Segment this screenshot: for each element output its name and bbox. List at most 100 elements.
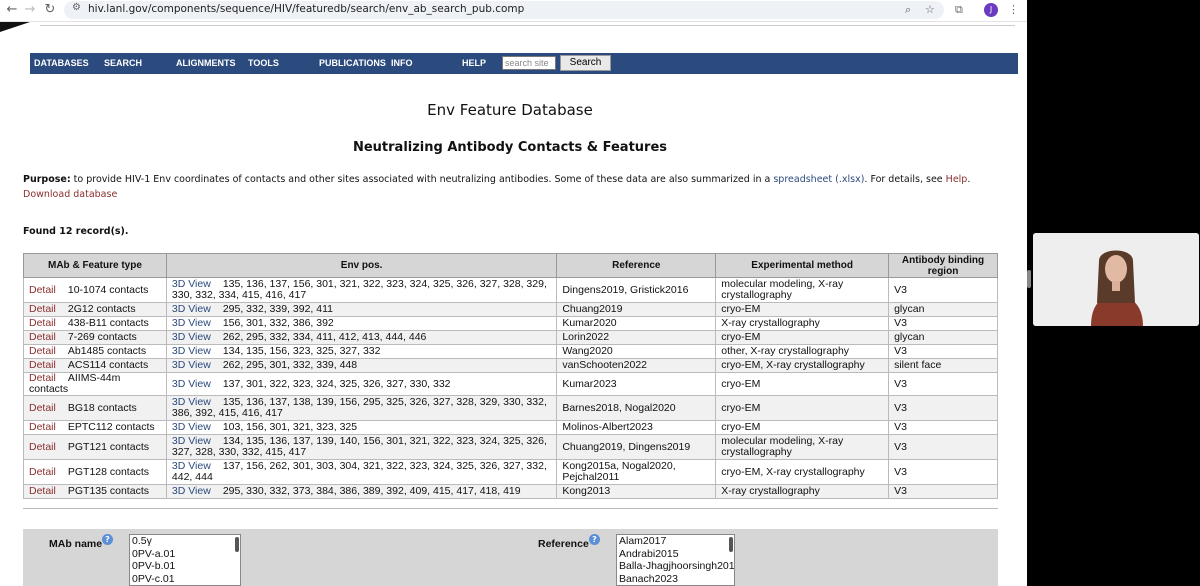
search-filter-panel: MAb name ? 0.5γ 0PV-a.01 0PV-b.01 0PV-c.…: [23, 529, 998, 586]
results-body: Detail 10-1074 contacts 3D View 135, 136, 1…: [23, 277, 998, 499]
download-database-link[interactable]: Download database: [23, 189, 117, 200]
detail-link[interactable]: Detail: [29, 317, 56, 329]
reference-option[interactable]: Banach2023: [617, 573, 734, 586]
nav-info[interactable]: INFO: [391, 58, 413, 68]
region-cell: glycan: [888, 302, 998, 317]
detail-link[interactable]: Detail: [29, 466, 56, 478]
back-icon[interactable]: ←: [4, 2, 20, 18]
3d-view-link[interactable]: 3D View: [172, 485, 211, 497]
reference-cell: Kumar2023: [556, 372, 717, 396]
mab-feature: ACS114 contacts: [67, 359, 149, 371]
reference-cell: Kong2015a, Nogal2020, Pejchal2011: [556, 459, 717, 485]
nav-tools[interactable]: TOOLS: [248, 58, 279, 68]
reference-cell: Kong2013: [556, 484, 717, 499]
site-logo: [0, 22, 30, 32]
env-pos-cell: 3D View 135, 136, 137, 156, 301, 321, 322…: [165, 277, 558, 303]
zoom-icon[interactable]: ⌕: [905, 3, 911, 17]
detail-link[interactable]: Detail: [29, 303, 56, 315]
env-pos-cell: 3D View 137, 301, 322, 323, 324, 325, 326…: [165, 372, 558, 396]
site-search-input[interactable]: search site: [502, 56, 556, 70]
region-cell: V3: [888, 420, 998, 435]
listbox-scrollbar[interactable]: [729, 537, 733, 552]
mab-cell: Detail PGT121 contacts: [23, 434, 167, 460]
3d-view-link[interactable]: 3D View: [172, 359, 211, 371]
window-resize-handle[interactable]: [1027, 270, 1031, 288]
table-row: Detail 10-1074 contacts 3D View 135, 136, 1…: [23, 277, 998, 303]
3d-view-link[interactable]: 3D View: [172, 331, 211, 343]
spreadsheet-link[interactable]: spreadsheet (.xlsx): [773, 174, 864, 185]
env-positions: 262, 295, 301, 332, 339, 448: [222, 359, 358, 371]
env-pos-cell: 3D View 137, 156, 262, 301, 303, 304, 321…: [165, 459, 558, 485]
env-positions: 103, 156, 301, 321, 323, 325: [222, 421, 358, 433]
nav-search[interactable]: SEARCH: [104, 58, 142, 68]
nav-alignments[interactable]: ALIGNMENTS: [176, 58, 236, 68]
method-cell: cryo-EM: [715, 372, 890, 396]
3d-view-link[interactable]: 3D View: [172, 421, 211, 433]
address-bar[interactable]: ⚙ hiv.lanl.gov/components/sequence/HIV/f…: [64, 1, 944, 19]
detail-link[interactable]: Detail: [29, 441, 56, 453]
url-text[interactable]: hiv.lanl.gov/components/sequence/HIV/fea…: [88, 3, 524, 15]
mab-cell: Detail BG18 contacts: [23, 395, 167, 421]
detail-link[interactable]: Detail: [29, 331, 56, 343]
3d-view-link[interactable]: 3D View: [172, 317, 211, 329]
reference-cell: Molinos-Albert2023: [556, 420, 717, 435]
menu-kebab-icon[interactable]: ⋮: [1008, 3, 1019, 16]
site-info-icon[interactable]: ⚙: [72, 2, 81, 13]
purpose-text: to provide HIV-1 Env coordinates of cont…: [70, 174, 774, 185]
detail-link[interactable]: Detail: [29, 284, 56, 296]
purpose-paragraph: Purpose: to provide HIV-1 Env coordinate…: [23, 172, 1003, 202]
env-pos-cell: 3D View 134, 135, 136, 137, 139, 140, 156…: [165, 434, 558, 460]
env-pos-cell: 3D View 262, 295, 332, 334, 411, 412, 413…: [165, 330, 558, 345]
profile-avatar[interactable]: J: [984, 3, 998, 17]
reference-cell: Kumar2020: [556, 316, 717, 331]
3d-view-link[interactable]: 3D View: [172, 378, 211, 390]
mab-option[interactable]: 0.5γ: [130, 535, 240, 548]
page-subtitle: Neutralizing Antibody Contacts & Feature…: [352, 140, 668, 155]
browser-toolbar: ← → ↻ ⚙ hiv.lanl.gov/components/sequence…: [0, 0, 1027, 22]
detail-link[interactable]: Detail: [29, 402, 56, 414]
nav-publications[interactable]: PUBLICATIONS: [319, 58, 386, 68]
detail-link[interactable]: Detail: [29, 359, 56, 371]
mab-option[interactable]: 0PV-c.01: [130, 573, 240, 586]
mab-feature: 438-B11 contacts: [67, 317, 149, 329]
site-search-button[interactable]: Search: [560, 55, 611, 71]
reference-option[interactable]: Alam2017: [617, 535, 734, 548]
method-cell: molecular modeling, X-ray crystallograph…: [715, 277, 890, 303]
region-cell: V3: [888, 316, 998, 331]
bookmark-star-icon[interactable]: ☆: [925, 3, 935, 16]
mab-option[interactable]: 0PV-b.01: [130, 560, 240, 573]
env-pos-cell: 3D View 156, 301, 332, 386, 392: [165, 316, 558, 331]
mab-cell: Detail EPTC112 contacts: [23, 420, 167, 435]
results-table: MAb & Feature type Env pos. Reference Ex…: [23, 253, 998, 499]
mab-cell: Detail Ab1485 contacts: [23, 344, 167, 359]
reload-icon[interactable]: ↻: [42, 2, 58, 18]
mab-cell: Detail 7-269 contacts: [23, 330, 167, 345]
reference-help-icon[interactable]: ?: [589, 534, 600, 545]
region-cell: V3: [888, 434, 998, 460]
mab-name-listbox[interactable]: 0.5γ 0PV-a.01 0PV-b.01 0PV-c.01: [129, 534, 241, 586]
env-positions: 137, 156, 262, 301, 303, 304, 321, 322, …: [171, 460, 547, 483]
detail-link[interactable]: Detail: [29, 421, 56, 433]
3d-view-link[interactable]: 3D View: [172, 345, 211, 357]
env-positions: 135, 136, 137, 156, 301, 321, 322, 323, …: [171, 278, 547, 301]
nav-databases[interactable]: DATABASES: [34, 58, 89, 68]
reference-option[interactable]: Balla-Jhagjhoorsingh2013: [617, 560, 734, 573]
region-cell: V3: [888, 277, 998, 303]
mab-option[interactable]: 0PV-a.01: [130, 548, 240, 561]
forward-icon[interactable]: →: [22, 2, 38, 18]
reference-option[interactable]: Andrabi2015: [617, 548, 734, 561]
header-divider: [40, 25, 1015, 26]
section-divider: [23, 508, 998, 509]
extensions-icon[interactable]: ⧉: [955, 3, 963, 17]
nav-help[interactable]: HELP: [462, 58, 486, 68]
detail-link[interactable]: Detail: [29, 345, 56, 357]
detail-link[interactable]: Detail: [29, 485, 56, 497]
mab-help-icon[interactable]: ?: [102, 534, 113, 545]
reference-listbox[interactable]: Alam2017 Andrabi2015 Balla-Jhagjhoorsing…: [616, 534, 735, 586]
mab-feature: PGT128 contacts: [67, 465, 149, 478]
listbox-scrollbar[interactable]: [235, 537, 239, 552]
env-positions: 135, 136, 137, 138, 139, 156, 295, 325, …: [171, 396, 547, 419]
3d-view-link[interactable]: 3D View: [172, 303, 211, 315]
help-link[interactable]: Help: [946, 174, 968, 185]
method-cell: cryo-EM, X-ray crystallography: [715, 459, 890, 485]
